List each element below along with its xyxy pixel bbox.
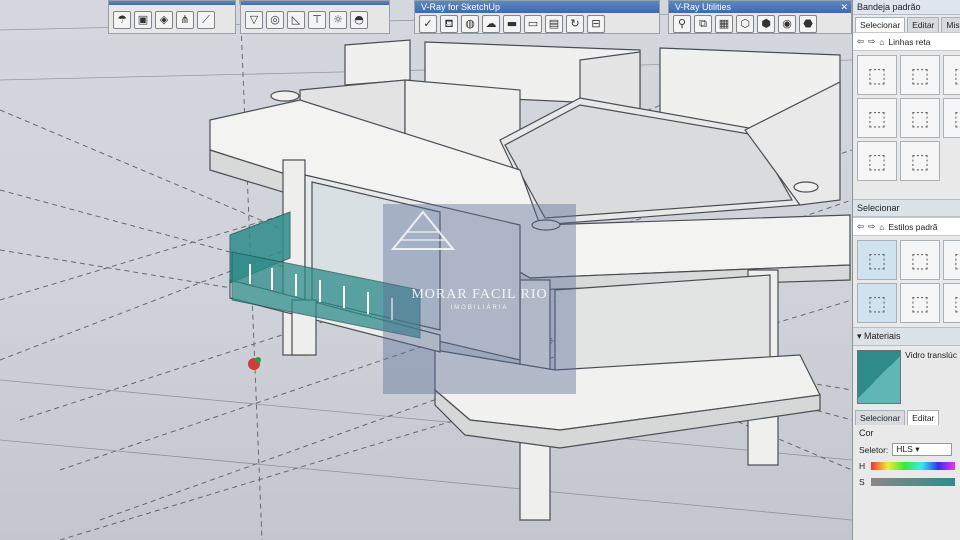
umbrella-icon[interactable]: ☂ [113,11,131,29]
saturation-row: S [853,474,960,490]
component-thumb[interactable]: ⬚ [857,141,897,181]
paint-icon[interactable]: ⚲ [673,15,691,33]
path-label[interactable]: Linhas reta [888,37,930,47]
styles-grid: ⬚ ⬚ ⬚ ⬚ ⬚ ⬚ [853,236,960,327]
default-tray-panel: Bandeja padrão Selecionar Editar Mistu ⇦… [852,0,960,540]
component-nav: ⇦ ⇨ ⌂ Linhas reta [853,32,960,51]
toolbar-terrain: ☂ ▣ ◈ ⋔ ⟋ [108,0,236,34]
watermark-name: MORAR FACIL RIO [411,287,548,302]
material-swatch[interactable] [857,350,902,404]
component-thumb[interactable]: ⬚ [900,55,940,95]
style-thumb[interactable]: ⬚ [900,283,940,323]
teapot-icon[interactable]: ⛾ [440,15,458,33]
vray-check-icon[interactable]: ✓ [419,15,437,33]
tab-select[interactable]: Selecionar [855,17,906,32]
component-thumb[interactable]: ⬚ [900,98,940,138]
style-thumb[interactable]: ⬚ [857,240,897,280]
color-label: Cor [859,428,874,438]
toolbar-vray: V-Ray for SketchUp ✓ ⛾ ◍ ☁ ▬ ▭ ▤ ↻ ⊟ [414,0,660,34]
box-icon[interactable]: ⬡ [736,15,754,33]
style-thumb[interactable]: ⬚ [943,240,960,280]
cube-alt-icon[interactable]: ◈ [155,11,173,29]
toolbar-vray-utilities-title: V-Ray Utilities [669,1,851,13]
house-logo-icon [390,210,456,250]
monitor-icon[interactable]: ▭ [524,15,542,33]
globe-icon[interactable]: ◍ [461,15,479,33]
stripe-icon[interactable]: ⟋ [197,11,215,29]
component-grid: ⬚ ⬚ ⬚ ⬚ ⬚ ⬚ ⬚ ⬚ [853,51,960,185]
frame-icon[interactable]: ▤ [545,15,563,33]
component-thumb[interactable]: ⬚ [943,55,960,95]
sketchup-viewport[interactable]: MORAR FACIL RIO IMOBILIÁRIA [0,0,852,540]
watermark-overlay: MORAR FACIL RIO IMOBILIÁRIA [383,204,576,394]
cube-icon[interactable]: ▣ [134,11,152,29]
layers-icon[interactable]: ⧉ [694,15,712,33]
material-preview: Vidro translúc [853,346,960,408]
channel-s-label: S [859,477,865,487]
back-arrow-icon[interactable]: ⇦ [857,36,864,47]
home-icon[interactable]: ⌂ [879,222,884,232]
toolbar-vray-title: V-Ray for SketchUp [415,1,659,13]
component-thumb[interactable]: ⬚ [943,98,960,138]
material-tabs: Selecionar Editar [853,408,960,425]
component-thumb[interactable]: ⬚ [900,141,940,181]
back-arrow-icon[interactable]: ⇦ [857,221,864,232]
dome-icon[interactable]: ◓ [350,11,368,29]
forward-arrow-icon[interactable]: ⇨ [868,36,875,47]
saturation-slider[interactable] [870,478,955,486]
sphere-icon[interactable]: ◉ [778,15,796,33]
render-icon[interactable]: ▬ [503,15,521,33]
tab-edit[interactable]: Editar [907,17,940,32]
selector-label: Seletor: [859,444,889,455]
home-icon[interactable]: ⌂ [879,37,884,47]
style-thumb[interactable]: ⬚ [857,283,897,323]
lock-icon[interactable]: ⊟ [587,15,605,33]
style-label[interactable]: Estilos padrã [888,222,937,232]
watermark-subtitle: IMOBILIÁRIA [450,305,509,311]
style-thumb[interactable]: ⬚ [900,240,940,280]
funnel-icon[interactable]: ▽ [245,11,263,29]
cycle-icon[interactable]: ↻ [566,15,584,33]
axis-origin-icon [248,357,261,370]
material-name[interactable]: Vidro translúc [905,350,957,404]
t-shape-icon[interactable]: ⊤ [308,11,326,29]
channel-h-label: H [859,461,866,471]
toolbar-tools: ▽ ◎ ◺ ⊤ ☼ ◓ [240,0,390,34]
component-thumb[interactable]: ⬚ [857,98,897,138]
circle-target-icon[interactable]: ◎ [266,11,284,29]
protractor-icon[interactable]: ◺ [287,11,305,29]
toolbar-vray-utilities: V-Ray Utilities ✕ ⚲ ⧉ ▦ ⬡ ⬢ ◉ ⬣ [668,0,852,34]
style-thumb[interactable]: ⬚ [943,283,960,323]
sun-icon[interactable]: ☼ [329,11,347,29]
styles-nav: ⇦ ⇨ ⌂ Estilos padrã [853,217,960,236]
styles-section-header[interactable]: Selecionar [853,199,960,217]
cloud-icon[interactable]: ☁ [482,15,500,33]
component-tabs: Selecionar Editar Mistu [853,15,960,32]
selector-dropdown[interactable]: HLS ▾ [892,443,953,456]
tab-material-select[interactable]: Selecionar [855,410,906,425]
hue-row: H [853,458,960,474]
component-thumb[interactable]: ⬚ [857,55,897,95]
forward-arrow-icon[interactable]: ⇨ [868,221,875,232]
tab-material-edit[interactable]: Editar [907,410,940,425]
tray-title: Bandeja padrão [853,0,960,15]
box-b-icon[interactable]: ⬢ [757,15,775,33]
materials-header[interactable]: ▾ Materiais [853,327,960,346]
tab-mix[interactable]: Mistu [941,17,960,32]
grass-icon[interactable]: ⋔ [176,11,194,29]
cube-grid-icon[interactable]: ▦ [715,15,733,33]
close-icon[interactable]: ✕ [840,1,848,13]
hex-icon[interactable]: ⬣ [799,15,817,33]
hue-slider[interactable] [871,462,955,470]
selector-row: Seletor: HLS ▾ [853,441,960,458]
